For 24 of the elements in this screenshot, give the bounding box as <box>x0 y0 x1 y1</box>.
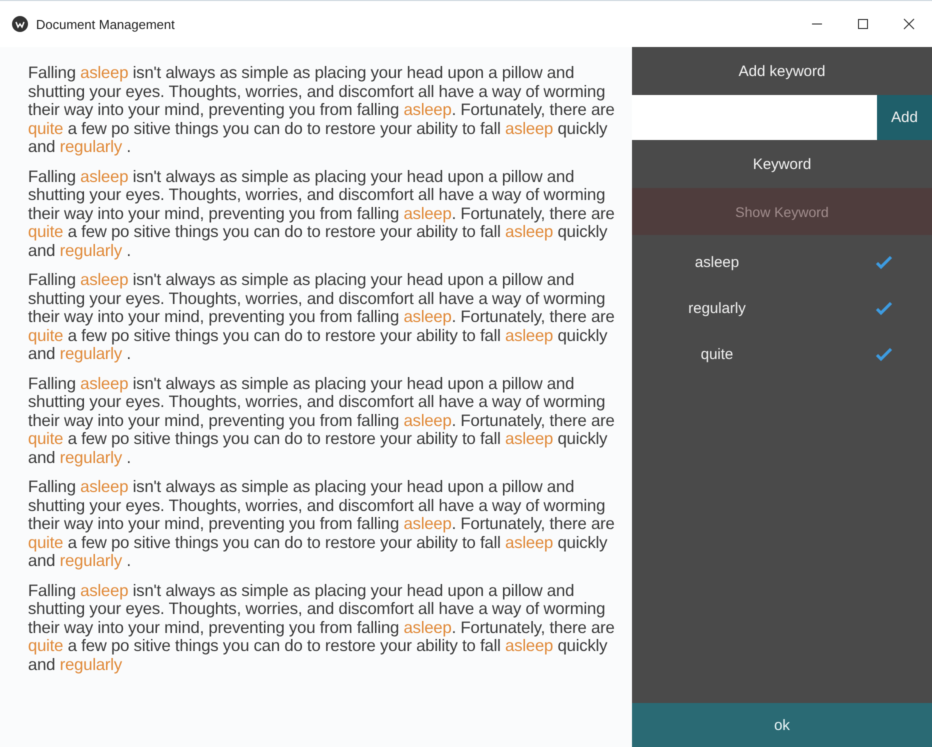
paragraph: Falling asleep isn't always as simple as placing your head upon a pillow and shutting your eyes. Thoughts, worries, and discomfort all have a way of worming their way into your mind, preventing you from falling asleep. Fortunately, there are quite a few po sitive things you can do to restore your ability to fall asleep quickly and regularly . <box>28 478 616 570</box>
checkbox[interactable] <box>875 299 893 317</box>
app-icon <box>12 16 28 32</box>
paragraph: Falling asleep isn't always as simple as placing your head upon a pillow and shutting your eyes. Thoughts, worries, and discomfort all have a way of worming their way into your mind, preventing you from falling asleep. Fortunately, there are quite a few po sitive things you can do to restore your ability to fall asleep quickly and regularly . <box>28 64 616 156</box>
check-icon <box>876 301 892 315</box>
checkbox[interactable] <box>875 345 893 363</box>
window-title: Document Management <box>36 16 176 32</box>
ok-button[interactable]: ok <box>632 703 932 747</box>
keyword-label: quite <box>700 346 734 362</box>
keyword-label: regularly <box>687 300 747 316</box>
keyword-input[interactable] <box>632 95 877 140</box>
maximize-icon <box>857 18 869 30</box>
keyword-label: asleep <box>694 254 740 270</box>
paragraph: Falling asleep isn't always as simple as placing your head upon a pillow and shutting your eyes. Thoughts, worries, and discomfort all have a way of worming their way into your mind, preventing you from falling asleep. Fortunately, there are quite a few po sitive things you can do to restore your ability to fall asleep quickly and regularly . <box>28 168 616 260</box>
panel-heading: Add keyword <box>738 62 826 82</box>
check-icon <box>876 347 892 361</box>
add-button[interactable]: Add <box>877 95 932 140</box>
paragraph: Falling asleep isn't always as simple as placing your head upon a pillow and shutting your eyes. Thoughts, worries, and discomfort all have a way of worming their way into your mind, preventing you from falling asleep. Fortunately, there are quite a few po sitive things you can do to restore your ability to fall asleep quickly and regularly . <box>28 271 616 364</box>
paragraph: Falling asleep isn't always as simple as placing your head upon a pillow and shutting your eyes. Thoughts, worries, and discomfort all have a way of worming their way into your mind, preventing you from falling asleep. Fortunately, there are quite a few po sitive things you can do to restore your ability to fall asleep quickly and regularly <box>28 582 616 674</box>
keyword-heading: Keyword <box>752 154 812 174</box>
checkbox[interactable] <box>875 253 893 271</box>
check-icon <box>876 255 892 269</box>
paragraph: Falling asleep isn't always as simple as placing your head upon a pillow and shutting your eyes. Thoughts, worries, and discomfort all have a way of worming their way into your mind, preventing you from falling asleep. Fortunately, there are quite a few po sitive things you can do to restore your ability to fall asleep quickly and regularly . <box>28 374 616 467</box>
close-icon <box>903 18 915 30</box>
